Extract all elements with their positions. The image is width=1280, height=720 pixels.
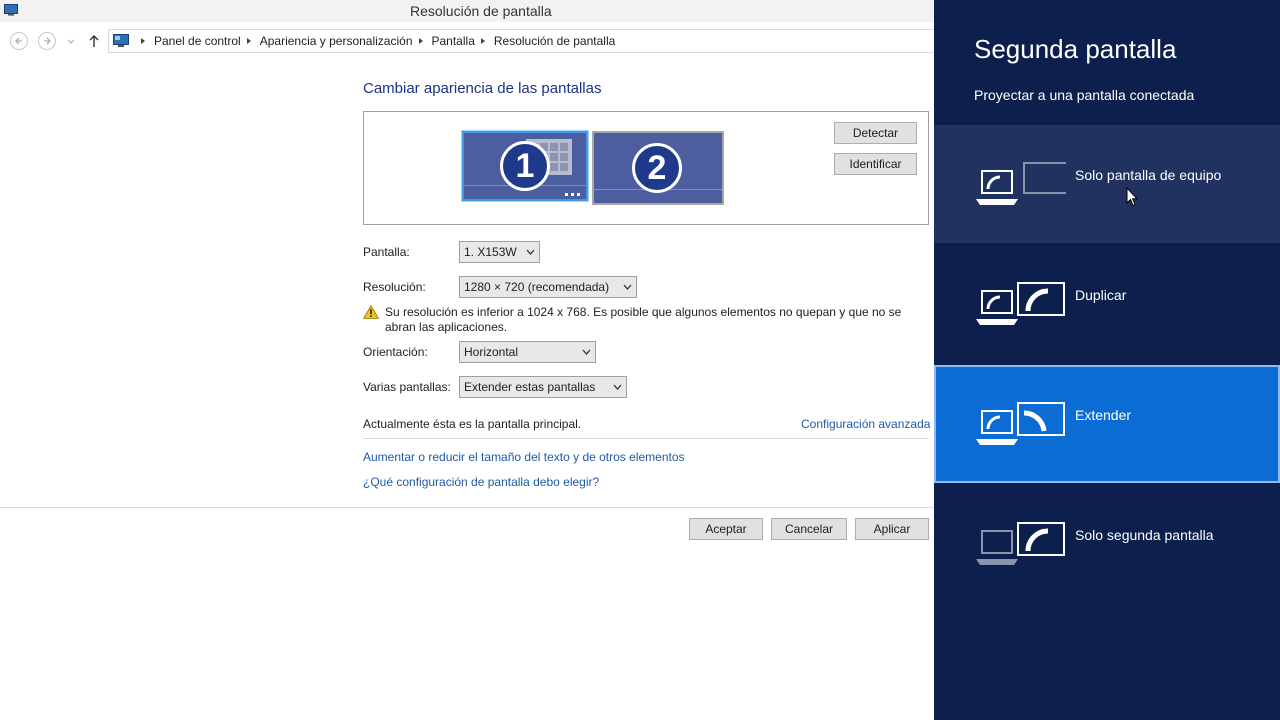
- option-second-screen-only[interactable]: Solo segunda pantalla: [934, 485, 1280, 603]
- display-label: Pantalla:: [363, 245, 410, 259]
- chevron-down-icon: [526, 249, 535, 255]
- monitor-dots-icon: [565, 193, 580, 196]
- breadcrumb-item[interactable]: Resolución de pantalla: [494, 34, 615, 48]
- monitor-2-tile[interactable]: 2: [592, 131, 724, 205]
- mouse-cursor-icon: [1126, 187, 1138, 207]
- chevron-right-icon: [246, 38, 251, 44]
- panel-subtitle: Proyectar a una pantalla conectada: [974, 87, 1195, 103]
- option-label: Duplicar: [1075, 287, 1127, 303]
- panel-title: Segunda pantalla: [974, 34, 1177, 64]
- orientation-select-value: Horizontal: [464, 345, 519, 359]
- divider: [363, 438, 929, 439]
- identify-button[interactable]: Identificar: [834, 153, 917, 175]
- chevron-down-icon: [623, 284, 632, 290]
- detect-button[interactable]: Detectar: [834, 122, 917, 144]
- up-arrow-icon[interactable]: [87, 34, 101, 48]
- address-bar: Panel de control Apariencia y personaliz…: [0, 28, 934, 54]
- monitor-1-tile[interactable]: 1: [462, 131, 588, 201]
- divider: [0, 507, 934, 508]
- forward-button[interactable]: [38, 32, 56, 50]
- breadcrumb-item[interactable]: Pantalla: [432, 34, 475, 48]
- screen-resolution-window: Resolución de pantalla Panel de control: [0, 0, 934, 720]
- monitor-number: 1: [500, 141, 550, 191]
- multiple-displays-select[interactable]: Extender estas pantallas: [459, 376, 627, 398]
- option-label: Solo segunda pantalla: [1075, 527, 1214, 543]
- page-title: Cambiar apariencia de las pantallas: [363, 80, 602, 97]
- duplicate-icon: [976, 282, 1065, 325]
- chevron-right-icon: [141, 38, 145, 44]
- text-size-link[interactable]: Aumentar o reducir el tamaño del texto y…: [363, 450, 685, 464]
- option-label: Solo pantalla de equipo: [1075, 167, 1222, 183]
- warning-icon: [363, 305, 379, 319]
- option-pc-screen-only[interactable]: Solo pantalla de equipo: [934, 125, 1280, 243]
- second-screen-only-icon: [976, 522, 1065, 565]
- orientation-label: Orientación:: [363, 345, 428, 359]
- breadcrumb-item[interactable]: Panel de control: [154, 34, 241, 48]
- option-extend[interactable]: Extender: [934, 365, 1280, 483]
- display-select[interactable]: 1. X153W: [459, 241, 540, 263]
- screen: Resolución de pantalla Panel de control: [0, 0, 1280, 720]
- ok-button[interactable]: Aceptar: [689, 518, 763, 540]
- arrow-left-icon: [15, 37, 22, 45]
- advanced-settings-link[interactable]: Configuración avanzada: [801, 417, 930, 431]
- arrow-right-icon: [44, 37, 51, 45]
- control-panel-icon: [113, 34, 129, 47]
- cancel-button[interactable]: Cancelar: [771, 518, 847, 540]
- second-screen-panel: Segunda pantalla Proyectar a una pantall…: [934, 0, 1280, 720]
- back-button[interactable]: [10, 32, 28, 50]
- orientation-select[interactable]: Horizontal: [459, 341, 596, 363]
- pc-screen-only-icon: [976, 162, 1066, 205]
- resolution-select[interactable]: 1280 × 720 (recomendada): [459, 276, 637, 298]
- multiple-displays-label: Varias pantallas:: [363, 380, 451, 394]
- breadcrumb-item[interactable]: Apariencia y personalización: [260, 34, 413, 48]
- resolution-warning: Su resolución es inferior a 1024 x 768. …: [385, 305, 902, 334]
- resolution-select-value: 1280 × 720 (recomendada): [464, 280, 610, 294]
- recent-locations-chevron-icon[interactable]: [66, 36, 76, 46]
- monitor-number: 2: [632, 143, 682, 193]
- chevron-down-icon: [582, 349, 591, 355]
- display-select-value: 1. X153W: [464, 245, 517, 259]
- apply-button[interactable]: Aplicar: [855, 518, 929, 540]
- main-display-status: Actualmente ésta es la pantalla principa…: [363, 417, 582, 431]
- resolution-label: Resolución:: [363, 280, 426, 294]
- chevron-down-icon: [613, 384, 622, 390]
- option-label: Extender: [1075, 407, 1132, 423]
- window-title: Resolución de pantalla: [410, 3, 552, 19]
- breadcrumb[interactable]: Panel de control Apariencia y personaliz…: [108, 29, 934, 53]
- which-settings-link[interactable]: ¿Qué configuración de pantalla debo eleg…: [363, 475, 599, 489]
- option-duplicate[interactable]: Duplicar: [934, 245, 1280, 363]
- title-bar: Resolución de pantalla: [0, 0, 934, 22]
- extend-icon: [976, 402, 1065, 445]
- multiple-displays-select-value: Extender estas pantallas: [464, 380, 596, 394]
- chevron-right-icon: [480, 38, 485, 44]
- chevron-right-icon: [418, 38, 423, 44]
